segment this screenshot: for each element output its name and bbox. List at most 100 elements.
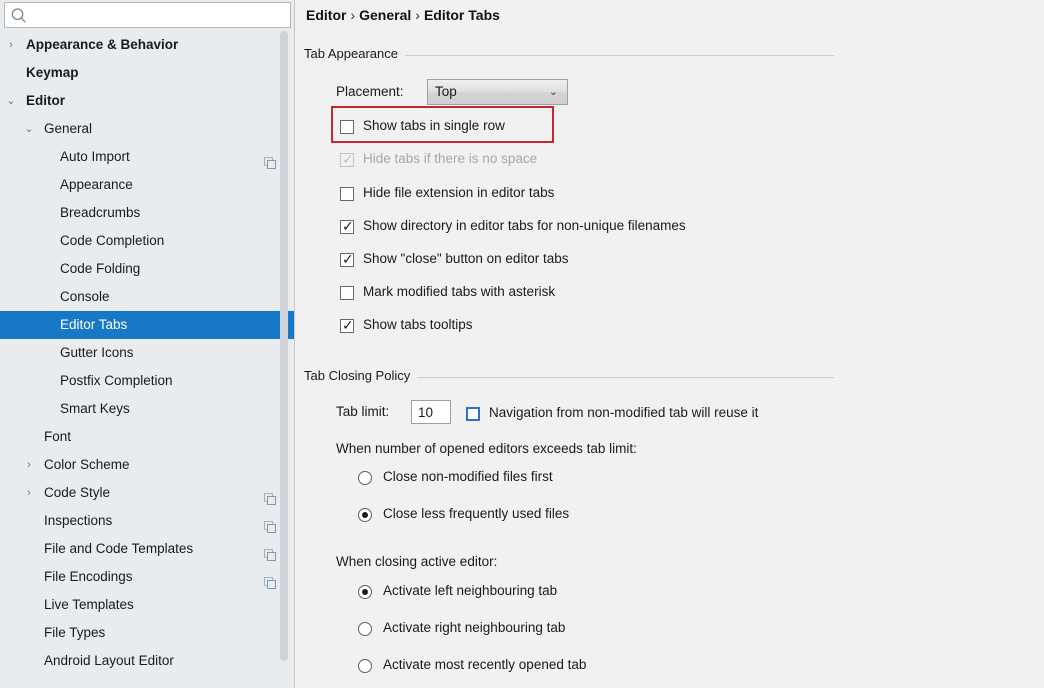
radio-label: Close less frequently used files	[383, 506, 570, 521]
radio-close-less-frequently-used[interactable]	[358, 507, 372, 522]
breadcrumb-part-general[interactable]: General	[359, 7, 411, 23]
sidebar-item-console[interactable]: Console	[0, 283, 294, 311]
sidebar-item-label: File Types	[44, 625, 106, 640]
copy-icon[interactable]	[264, 571, 276, 589]
radio-close-non-modified-first[interactable]	[358, 470, 372, 485]
checkbox-hide-file-extension[interactable]	[340, 186, 354, 201]
placement-row: Placement:	[336, 84, 404, 99]
sidebar-item-code-completion[interactable]: Code Completion	[0, 227, 294, 255]
checkbox-mark-modified-asterisk[interactable]	[340, 285, 354, 300]
chevron-right-icon[interactable]: ›	[22, 479, 36, 507]
checkbox-show-close-button[interactable]: ✓	[340, 252, 354, 268]
checkbox-row-show-tabs-single-row[interactable]: Show tabs in single row	[340, 118, 505, 134]
radio-row-activate-recent[interactable]: Activate most recently opened tab	[358, 657, 586, 673]
sidebar-item-gutter-icons[interactable]: Gutter Icons	[0, 339, 294, 367]
checkbox-label: Show tabs in single row	[363, 118, 505, 133]
copy-icon[interactable]	[264, 151, 276, 169]
sidebar-item-file-encodings[interactable]: File Encodings	[0, 563, 294, 591]
checkbox-show-tabs-single-row[interactable]	[340, 119, 354, 134]
placement-dropdown-value: Top	[435, 84, 457, 99]
search-input[interactable]	[31, 3, 286, 27]
checkbox-label: Show tabs tooltips	[363, 317, 473, 332]
sidebar-item-editor[interactable]: ⌄ Editor	[0, 87, 294, 115]
checkbox-row-mark-modified[interactable]: Mark modified tabs with asterisk	[340, 284, 555, 300]
sidebar-item-appearance[interactable]: Appearance	[0, 171, 294, 199]
tab-limit-input[interactable]	[411, 400, 451, 424]
radio-dot	[362, 588, 368, 595]
checkbox-label: Hide file extension in editor tabs	[363, 185, 555, 200]
sidebar-item-label: Inspections	[44, 513, 113, 528]
sidebar-item-postfix-completion[interactable]: Postfix Completion	[0, 367, 294, 395]
sidebar-item-font[interactable]: Font	[0, 423, 294, 451]
sidebar-item-code-folding[interactable]: Code Folding	[0, 255, 294, 283]
breadcrumb-separator-1: ›	[350, 7, 356, 23]
sidebar-item-label: Android Layout Editor	[44, 653, 174, 668]
sidebar-item-label: General	[44, 121, 93, 136]
sidebar-item-appearance-behavior[interactable]: › Appearance & Behavior	[0, 31, 294, 59]
sidebar-item-label: Postfix Completion	[60, 373, 173, 388]
exceeds-tab-limit-heading: When number of opened editors exceeds ta…	[336, 441, 637, 456]
radio-row-activate-right[interactable]: Activate right neighbouring tab	[358, 620, 565, 636]
check-glyph: ✓	[342, 151, 354, 168]
sidebar-item-breadcrumbs[interactable]: Breadcrumbs	[0, 199, 294, 227]
closing-active-editor-heading: When closing active editor:	[336, 554, 497, 569]
sidebar-item-live-templates[interactable]: Live Templates	[0, 591, 294, 619]
radio-row-activate-left[interactable]: Activate left neighbouring tab	[358, 583, 557, 599]
settings-tree[interactable]: › Appearance & Behavior Keymap ⌄ Editor ⌄ Gene…	[0, 31, 294, 688]
chevron-down-icon[interactable]: ⌄	[22, 115, 36, 143]
chevron-down-icon[interactable]: ⌄	[4, 87, 18, 115]
radio-activate-right-neighbouring-tab[interactable]	[358, 621, 372, 636]
sidebar-item-label: Appearance & Behavior	[26, 37, 179, 52]
sidebar-item-label: Editor	[26, 93, 65, 108]
checkbox-row-navigation-reuse[interactable]: Navigation from non-modified tab will re…	[466, 405, 758, 421]
sidebar-scrollbar-track[interactable]	[280, 31, 288, 676]
radio-activate-left-neighbouring-tab[interactable]	[358, 584, 372, 599]
sidebar-item-label: Font	[44, 429, 72, 444]
checkbox-row-show-close-button[interactable]: ✓ Show "close" button on editor tabs	[340, 251, 568, 268]
chevron-right-icon[interactable]: ›	[22, 451, 36, 479]
radio-label: Activate most recently opened tab	[383, 657, 587, 672]
settings-content-pane: Editor › General › Editor Tabs Tab Appearanc…	[296, 0, 1044, 688]
sidebar-item-keymap[interactable]: Keymap	[0, 59, 294, 87]
sidebar-item-code-style[interactable]: › Code Style	[0, 479, 294, 507]
tab-closing-policy-title: Tab Closing Policy	[304, 368, 418, 383]
sidebar-item-label: Auto Import	[60, 149, 130, 164]
checkbox-row-hide-file-extension[interactable]: Hide file extension in editor tabs	[340, 185, 554, 201]
sidebar-item-label: File and Code Templates	[44, 541, 194, 556]
radio-activate-most-recently-opened-tab[interactable]	[358, 658, 372, 673]
copy-icon[interactable]	[264, 543, 276, 561]
search-box[interactable]	[4, 2, 291, 28]
copy-icon[interactable]	[264, 515, 276, 533]
sidebar-item-general[interactable]: ⌄ General	[0, 115, 294, 143]
copy-icon[interactable]	[264, 487, 276, 505]
chevron-right-icon[interactable]: ›	[4, 31, 18, 59]
sidebar-item-editor-tabs[interactable]: Editor Tabs	[0, 311, 294, 339]
sidebar-item-file-types[interactable]: File Types	[0, 619, 294, 647]
settings-sidebar: › Appearance & Behavior Keymap ⌄ Editor ⌄ Gene…	[0, 0, 295, 688]
checkbox-row-show-directory[interactable]: ✓ Show directory in editor tabs for non-u…	[340, 218, 686, 235]
checkbox-navigation-reuse-tab[interactable]	[466, 406, 480, 421]
sidebar-scrollbar-thumb[interactable]	[280, 31, 288, 661]
sidebar-item-smart-keys[interactable]: Smart Keys	[0, 395, 294, 423]
checkbox-label: Hide tabs if there is no space	[363, 151, 538, 166]
sidebar-item-auto-import[interactable]: Auto Import	[0, 143, 294, 171]
sidebar-item-label: Breadcrumbs	[60, 205, 141, 220]
heading-text: When closing active editor:	[336, 554, 498, 569]
settings-dialog: › Appearance & Behavior Keymap ⌄ Editor ⌄ Gene…	[0, 0, 1044, 688]
radio-row-close-less-frequent[interactable]: Close less frequently used files	[358, 506, 569, 522]
radio-row-close-non-modified[interactable]: Close non-modified files first	[358, 469, 553, 485]
sidebar-item-label: Smart Keys	[60, 401, 130, 416]
sidebar-item-inspections[interactable]: Inspections	[0, 507, 294, 535]
placement-label: Placement:	[336, 84, 404, 99]
sidebar-item-color-scheme[interactable]: › Color Scheme	[0, 451, 294, 479]
sidebar-item-label: Code Completion	[60, 233, 165, 248]
checkbox-show-directory[interactable]: ✓	[340, 219, 354, 235]
breadcrumb-part-editor[interactable]: Editor	[306, 7, 346, 23]
checkbox-row-show-tooltips[interactable]: ✓ Show tabs tooltips	[340, 317, 473, 334]
sidebar-item-android-layout-editor[interactable]: Android Layout Editor	[0, 647, 294, 675]
sidebar-item-label: File Encodings	[44, 569, 133, 584]
sidebar-item-file-and-code-templates[interactable]: File and Code Templates	[0, 535, 294, 563]
sidebar-item-label: Keymap	[26, 65, 79, 80]
placement-dropdown[interactable]: Top ⌄	[427, 79, 568, 105]
checkbox-show-tabs-tooltips[interactable]: ✓	[340, 318, 354, 334]
